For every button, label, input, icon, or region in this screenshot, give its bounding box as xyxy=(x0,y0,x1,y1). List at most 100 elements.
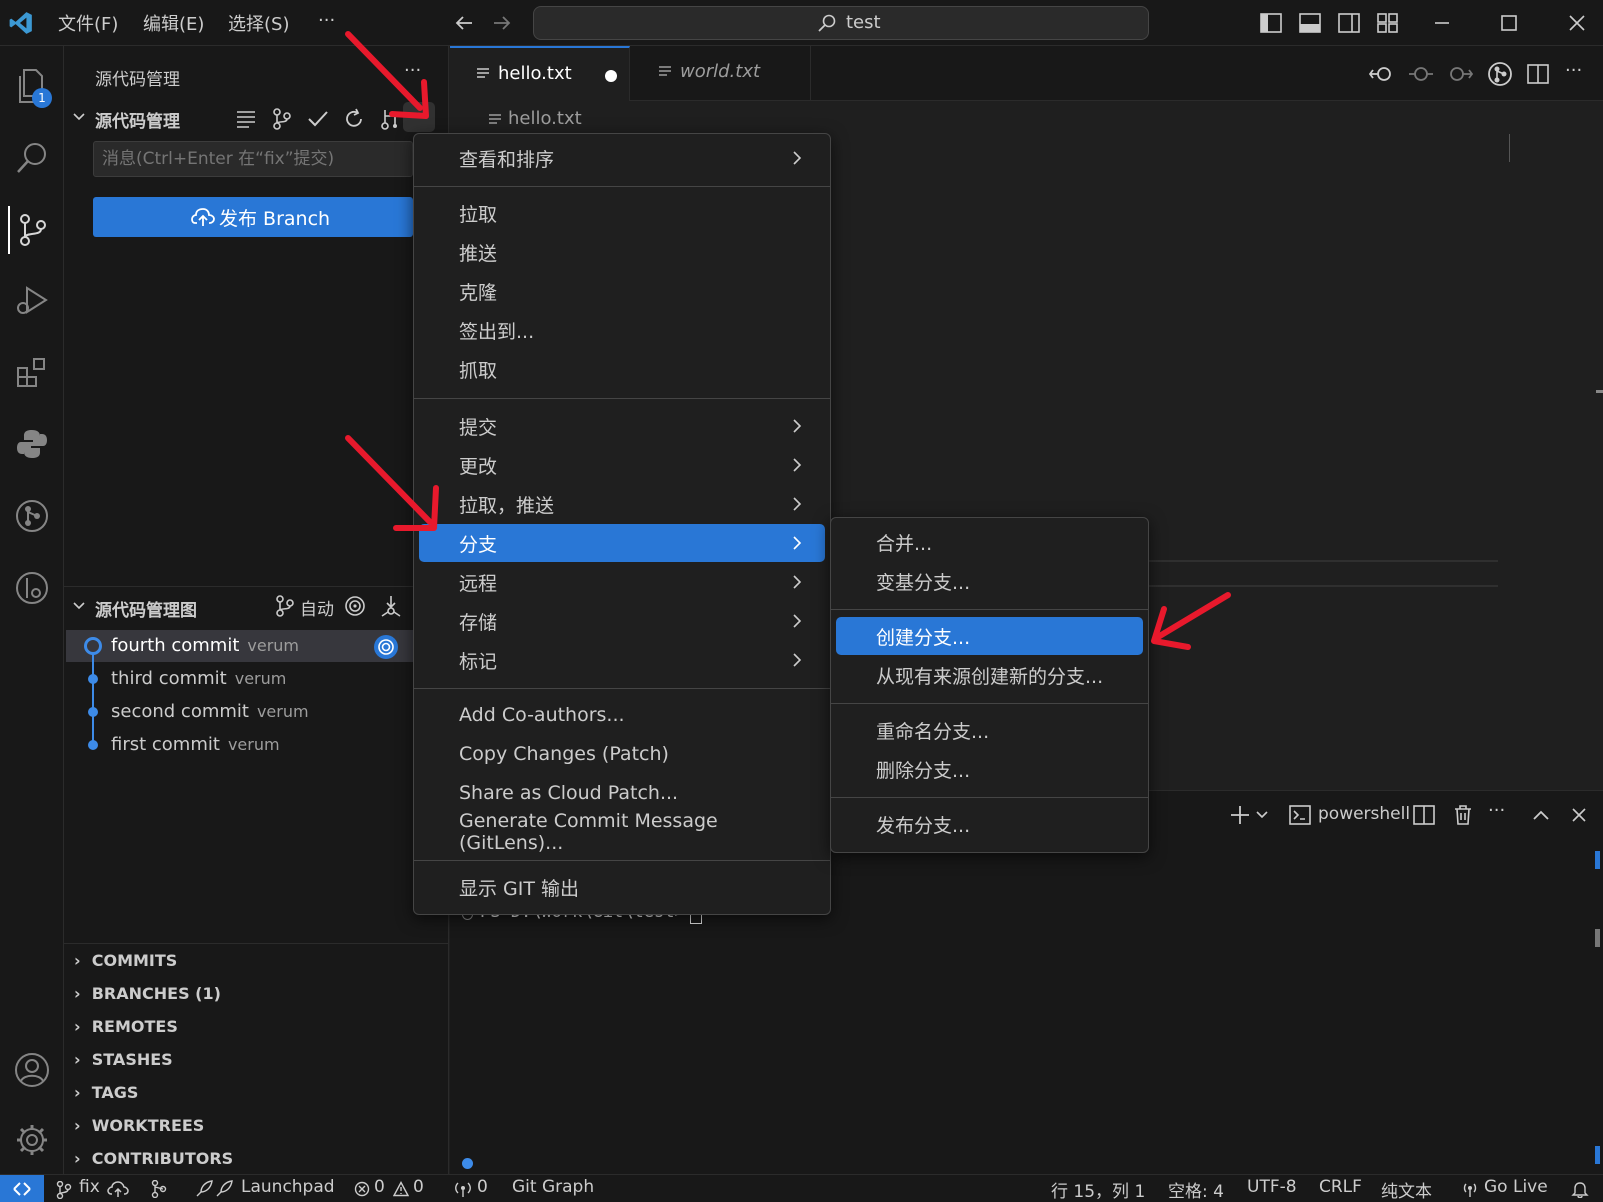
commit-message-input[interactable] xyxy=(93,141,413,177)
menu-selection[interactable]: 选择(S) xyxy=(228,10,289,36)
close-icon[interactable] xyxy=(1565,11,1589,35)
minimize-icon[interactable] xyxy=(1430,11,1454,35)
view-remotes[interactable]: › REMOTES xyxy=(74,1015,178,1037)
editor-more-button[interactable]: ··· xyxy=(1565,60,1582,81)
remote-indicator[interactable] xyxy=(0,1175,44,1202)
commit-node-icon[interactable] xyxy=(1408,62,1434,86)
menu-rename-branch[interactable]: 重命名分支... xyxy=(836,711,1143,749)
commit-check-icon[interactable] xyxy=(303,104,333,134)
branch-compare-icon[interactable] xyxy=(267,104,297,134)
graph-auto-label[interactable]: 自动 xyxy=(300,595,334,620)
menu-remote[interactable]: 远程 xyxy=(419,563,825,601)
scm-section-title[interactable]: 源代码管理 xyxy=(95,107,180,132)
menu-publish-branch[interactable]: 发布分支... xyxy=(836,805,1143,843)
commit-item[interactable]: second commit verum xyxy=(111,701,309,722)
status-git-graph[interactable]: Git Graph xyxy=(512,1177,594,1197)
gitlens-status-icon[interactable] xyxy=(148,1179,170,1199)
menu-push[interactable]: 推送 xyxy=(419,233,825,271)
menu-merge[interactable]: 合并... xyxy=(836,523,1143,561)
chevron-down-icon[interactable] xyxy=(70,597,88,615)
gitlens-inspect-icon[interactable] xyxy=(1486,60,1514,88)
new-terminal-icon[interactable] xyxy=(1228,803,1252,827)
status-branch[interactable]: fix xyxy=(79,1177,100,1197)
explorer-icon[interactable]: 1 xyxy=(8,62,56,110)
status-launchpad[interactable]: Launchpad xyxy=(241,1177,335,1197)
cloud-upload-icon[interactable] xyxy=(106,1179,130,1199)
status-indentation[interactable]: 空格: 4 xyxy=(1168,1177,1224,1202)
menu-share-cloud-patch[interactable]: Share as Cloud Patch... xyxy=(419,774,825,812)
menu-checkout[interactable]: 签出到... xyxy=(419,311,825,349)
menu-create-branch[interactable]: 创建分支... xyxy=(836,617,1143,655)
chevron-down-icon[interactable] xyxy=(1254,805,1270,825)
view-branches[interactable]: › BRANCHES (1) xyxy=(74,982,221,1004)
menu-generate-commit-message[interactable]: Generate Commit Message (GitLens)... xyxy=(419,810,825,854)
menu-tags[interactable]: 标记 xyxy=(419,641,825,679)
view-contributors[interactable]: › CONTRIBUTORS xyxy=(74,1147,233,1169)
scm-graph-section-title[interactable]: 源代码管理图 xyxy=(95,596,197,621)
trash-icon[interactable] xyxy=(1451,803,1475,827)
view-as-list-icon[interactable] xyxy=(231,104,261,134)
customize-layout-icon[interactable] xyxy=(1376,11,1400,35)
status-go-live[interactable]: Go Live xyxy=(1484,1177,1548,1197)
status-language[interactable]: 纯文本 xyxy=(1381,1177,1432,1202)
commit-item[interactable]: fourth commit verum xyxy=(111,635,299,656)
menu-more[interactable]: ··· xyxy=(318,10,335,31)
commit-item[interactable]: first commit verum xyxy=(111,734,280,755)
status-encoding[interactable]: UTF-8 xyxy=(1247,1177,1297,1197)
back-arrow-icon[interactable] xyxy=(451,10,477,36)
dirty-dot-icon[interactable] xyxy=(605,70,617,82)
menu-add-coauthors[interactable]: Add Co-authors... xyxy=(419,696,825,734)
maximize-panel-icon[interactable] xyxy=(1529,803,1553,827)
view-tags[interactable]: › TAGS xyxy=(74,1081,138,1103)
open-changes-previous-icon[interactable] xyxy=(1369,62,1395,86)
extensions-icon[interactable] xyxy=(8,348,56,396)
menu-fetch[interactable]: 抓取 xyxy=(419,350,825,388)
gitlens-icon[interactable] xyxy=(8,492,56,540)
split-terminal-icon[interactable] xyxy=(1412,803,1436,827)
menu-changes[interactable]: 更改 xyxy=(419,446,825,484)
split-editor-icon[interactable] xyxy=(1525,62,1551,86)
menu-clone[interactable]: 克隆 xyxy=(419,272,825,310)
chevron-down-icon[interactable] xyxy=(70,108,88,126)
git-graph-icon[interactable] xyxy=(8,564,56,612)
command-center-search[interactable]: test xyxy=(533,6,1149,40)
panel-more-button[interactable]: ··· xyxy=(1488,800,1505,821)
fetch-down-icon[interactable] xyxy=(379,594,403,618)
status-eol[interactable]: CRLF xyxy=(1319,1177,1362,1197)
branch-auto-icon[interactable] xyxy=(273,594,297,618)
terminal-scroll-thumb[interactable] xyxy=(1595,929,1600,947)
search-view-icon[interactable] xyxy=(8,134,56,182)
menu-show-git-output[interactable]: 显示 GIT 输出 xyxy=(419,868,825,906)
bell-icon[interactable] xyxy=(1570,1179,1590,1199)
forward-arrow-icon[interactable] xyxy=(489,10,515,36)
tab-hello[interactable]: hello.txt xyxy=(450,46,630,101)
menu-create-branch-from[interactable]: 从现有来源创建新的分支... xyxy=(836,656,1143,694)
status-cursor-position[interactable]: 行 15，列 1 xyxy=(1051,1177,1145,1202)
account-icon[interactable] xyxy=(8,1046,56,1094)
menu-pull-push[interactable]: 拉取，推送 xyxy=(419,485,825,523)
scrollbar-indicator[interactable] xyxy=(1596,390,1603,393)
python-icon[interactable] xyxy=(8,420,56,468)
view-commits[interactable]: › COMMITS xyxy=(74,949,177,971)
menu-file[interactable]: 文件(F) xyxy=(58,10,118,36)
publish-branch-button[interactable]: 发布 Branch xyxy=(93,197,413,237)
toggle-secondary-sidebar-icon[interactable] xyxy=(1337,11,1361,35)
menu-view-sort[interactable]: 查看和排序 xyxy=(419,139,825,177)
menu-copy-changes[interactable]: Copy Changes (Patch) xyxy=(419,735,825,773)
close-panel-icon[interactable] xyxy=(1567,803,1591,827)
settings-gear-icon[interactable] xyxy=(8,1116,56,1164)
status-errors[interactable]: 0 xyxy=(374,1177,385,1197)
terminal-shell-label[interactable]: powershell xyxy=(1318,804,1410,824)
menu-commit[interactable]: 提交 xyxy=(419,407,825,445)
status-warnings[interactable]: 0 xyxy=(413,1177,424,1197)
tab-world[interactable]: world.txt xyxy=(630,46,811,101)
view-stashes[interactable]: › STASHES xyxy=(74,1048,173,1070)
toggle-panel-icon[interactable] xyxy=(1298,11,1322,35)
menu-edit[interactable]: 编辑(E) xyxy=(143,10,204,36)
menu-delete-branch[interactable]: 删除分支... xyxy=(836,750,1143,788)
menu-branch[interactable]: 分支 xyxy=(419,524,825,562)
target-icon[interactable] xyxy=(343,594,367,618)
menu-rebase[interactable]: 变基分支... xyxy=(836,562,1143,600)
menu-stash[interactable]: 存储 xyxy=(419,602,825,640)
commit-item[interactable]: third commit verum xyxy=(111,668,286,689)
